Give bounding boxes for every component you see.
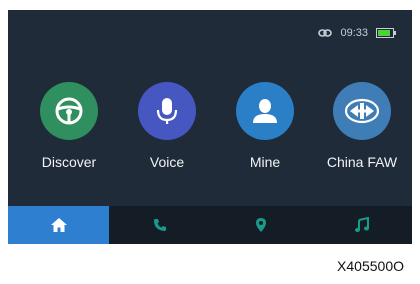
app-label-discover: Discover <box>41 154 97 170</box>
phone-icon <box>153 219 166 231</box>
music-icon <box>354 217 369 232</box>
app-mine[interactable]: Mine <box>220 82 310 170</box>
app-china-faw[interactable]: China FAW <box>312 82 412 170</box>
app-label-voice: Voice <box>149 154 185 170</box>
app-icon-circle <box>138 82 196 140</box>
app-label-mine: Mine <box>249 154 281 170</box>
status-bar: 09:33 <box>318 26 396 40</box>
figure-code: X405500O <box>337 258 404 274</box>
battery-icon <box>376 28 396 38</box>
app-label-china-faw: China FAW <box>326 154 398 170</box>
link-icon <box>318 29 333 37</box>
nav-tab-home[interactable] <box>8 206 109 244</box>
steering-wheel-icon <box>55 97 83 125</box>
faw-logo-icon <box>344 98 380 124</box>
clock: 09:33 <box>340 27 368 39</box>
infotainment-screen: 09:33 Discover Voice Mine China FAW <box>8 10 412 244</box>
app-icon-circle <box>236 82 294 140</box>
microphone-icon <box>156 98 178 124</box>
app-icon-circle <box>40 82 98 140</box>
app-grid: Discover Voice Mine China FAW <box>8 82 412 192</box>
user-icon <box>253 99 277 123</box>
app-icon-circle <box>333 82 391 140</box>
map-pin-icon <box>255 218 266 232</box>
app-discover[interactable]: Discover <box>24 82 114 170</box>
app-voice[interactable]: Voice <box>122 82 212 170</box>
nav-tab-map[interactable] <box>210 206 311 244</box>
bottom-nav-bar <box>8 206 412 244</box>
nav-tab-phone[interactable] <box>109 206 210 244</box>
nav-tab-music[interactable] <box>311 206 412 244</box>
home-icon <box>50 218 67 232</box>
